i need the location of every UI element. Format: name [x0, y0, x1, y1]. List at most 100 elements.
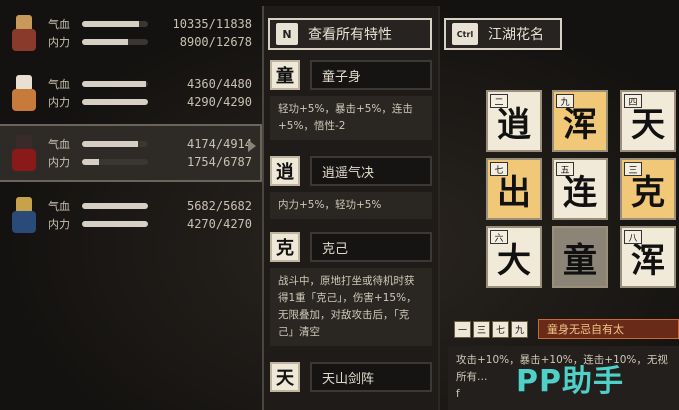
- hp-label: 气血: [48, 200, 70, 213]
- trait-name: 童子身: [310, 60, 432, 90]
- tile-badge: 六: [490, 230, 508, 244]
- board-tile[interactable]: 八浑: [620, 226, 676, 288]
- tile-badge: 五: [556, 162, 574, 176]
- combo-title[interactable]: 童身无忌自有太: [538, 319, 679, 339]
- mp-bar: [82, 221, 148, 227]
- trait-desc: 轻功+5%，暴击+5%，连击+5%，悟性-2: [270, 96, 432, 140]
- trait-head: 克 克己: [270, 230, 432, 264]
- hp-row: 气血 4174/4914: [48, 135, 258, 153]
- hp-bar: [82, 203, 148, 209]
- hp-bar-fill: [82, 81, 147, 87]
- mp-value: 1754/6787: [186, 155, 252, 169]
- view-all-traits-label: 查看所有特性: [308, 27, 392, 43]
- selection-arrow-icon: [248, 140, 256, 152]
- trait-item-4[interactable]: 天 天山剑阵: [270, 360, 432, 394]
- trait-icon: 天: [270, 362, 300, 392]
- mp-row: 内力 1754/6787: [48, 153, 258, 171]
- mp-value: 4270/4270: [186, 217, 252, 231]
- tile-char: 童: [563, 240, 597, 281]
- mp-value: 8900/12678: [179, 35, 252, 49]
- tile-badge: 二: [490, 94, 508, 108]
- mp-row: 内力 8900/12678: [48, 33, 258, 51]
- avatar-body: [12, 89, 36, 111]
- trait-desc: 内力+5%，轻功+5%: [270, 192, 432, 219]
- view-all-traits-button[interactable]: N 查看所有特性: [268, 18, 432, 50]
- hp-bar-fill: [82, 203, 148, 209]
- trait-name: 逍遥气决: [310, 156, 432, 186]
- tile-badge: 七: [490, 162, 508, 176]
- board-tile[interactable]: 二逍: [486, 90, 542, 152]
- tile-badge: 三: [624, 162, 642, 176]
- hp-bar: [82, 81, 148, 87]
- hp-bar: [82, 21, 148, 27]
- hp-label: 气血: [48, 78, 70, 91]
- avatar: [4, 71, 44, 115]
- mp-label: 内力: [48, 218, 70, 231]
- avatar-body: [12, 29, 36, 51]
- party-member-1[interactable]: 气血 10335/11838 内力 8900/12678: [0, 4, 262, 62]
- trait-head: 童 童子身: [270, 58, 432, 92]
- mp-bar-fill: [82, 99, 148, 105]
- board-tile[interactable]: 五连: [552, 158, 608, 220]
- hp-value: 5682/5682: [186, 199, 252, 213]
- hotkey-ctrl-icon: Ctrl: [452, 23, 478, 45]
- board-tile[interactable]: 三克: [620, 158, 676, 220]
- board-tile[interactable]: 六大: [486, 226, 542, 288]
- mp-row: 内力 4270/4270: [48, 215, 258, 233]
- board-tile[interactable]: 七出: [486, 158, 542, 220]
- board-tile[interactable]: 九浑: [552, 90, 608, 152]
- mp-bar-fill: [82, 39, 129, 45]
- trait-board: 二逍 九浑 四天 七出 五连 三克 六大 童 八浑: [480, 88, 679, 298]
- hp-row: 气血 4360/4480: [48, 75, 258, 93]
- hp-row: 气血 10335/11838: [48, 15, 258, 33]
- trait-item-3[interactable]: 克 克己 战斗中，原地打坐或待机时获得1重「克己」，伤害+15%，无限叠加，对敌…: [270, 230, 432, 346]
- avatar-body: [12, 149, 36, 171]
- mp-bar-fill: [82, 159, 100, 165]
- nickname-label: 江湖花名: [488, 27, 544, 43]
- trait-head: 逍 逍遥气决: [270, 154, 432, 188]
- combo-badge: 一: [454, 320, 471, 338]
- avatar: [4, 131, 44, 175]
- divider: [438, 6, 440, 410]
- mp-label: 内力: [48, 96, 70, 109]
- trait-icon: 克: [270, 232, 300, 262]
- party-member-3[interactable]: 气血 4174/4914 内力 1754/6787: [0, 124, 262, 182]
- board-tile[interactable]: 童: [552, 226, 608, 288]
- hp-label: 气血: [48, 138, 70, 151]
- hp-bar: [82, 141, 148, 147]
- party-member-2[interactable]: 气血 4360/4480 内力 4290/4290: [0, 64, 262, 122]
- avatar: [4, 193, 44, 237]
- party-list: 气血 10335/11838 内力 8900/12678 气血 4360/448…: [0, 0, 262, 410]
- combo-badge: 七: [492, 320, 509, 338]
- tile-badge: 八: [624, 230, 642, 244]
- trait-desc: 战斗中，原地打坐或待机时获得1重「克己」，伤害+15%，无限叠加，对敌攻击后，「…: [270, 268, 432, 346]
- member-stats: 气血 10335/11838 内力 8900/12678: [48, 15, 258, 51]
- hp-value: 4174/4914: [186, 137, 252, 151]
- hp-value: 10335/11838: [172, 17, 252, 31]
- mp-bar: [82, 159, 148, 165]
- trait-name: 克己: [310, 232, 432, 262]
- board-tile[interactable]: 四天: [620, 90, 676, 152]
- mp-value: 4290/4290: [186, 95, 252, 109]
- member-stats: 气血 4174/4914 内力 1754/6787: [48, 135, 258, 171]
- hp-label: 气血: [48, 18, 70, 31]
- nickname-button[interactable]: Ctrl 江湖花名: [444, 18, 562, 50]
- trait-icon: 逍: [270, 156, 300, 186]
- mp-label: 内力: [48, 36, 70, 49]
- hp-bar-fill: [82, 21, 140, 27]
- avatar-body: [12, 211, 36, 233]
- trait-icon: 童: [270, 60, 300, 90]
- member-stats: 气血 5682/5682 内力 4270/4270: [48, 197, 258, 233]
- trait-item-1[interactable]: 童 童子身 轻功+5%，暴击+5%，连击+5%，悟性-2: [270, 58, 432, 140]
- trait-name: 天山剑阵: [310, 362, 432, 392]
- trait-head: 天 天山剑阵: [270, 360, 432, 394]
- tile-badge: 九: [556, 94, 574, 108]
- hp-value: 4360/4480: [186, 77, 252, 91]
- avatar: [4, 11, 44, 55]
- trait-item-2[interactable]: 逍 逍遥气决 内力+5%，轻功+5%: [270, 154, 432, 219]
- combo-badge: 三: [473, 320, 490, 338]
- watermark-logo: PP助手: [516, 364, 624, 399]
- party-member-4[interactable]: 气血 5682/5682 内力 4270/4270: [0, 186, 262, 244]
- hotkey-n-icon: N: [276, 23, 298, 45]
- combo-badge: 九: [511, 320, 528, 338]
